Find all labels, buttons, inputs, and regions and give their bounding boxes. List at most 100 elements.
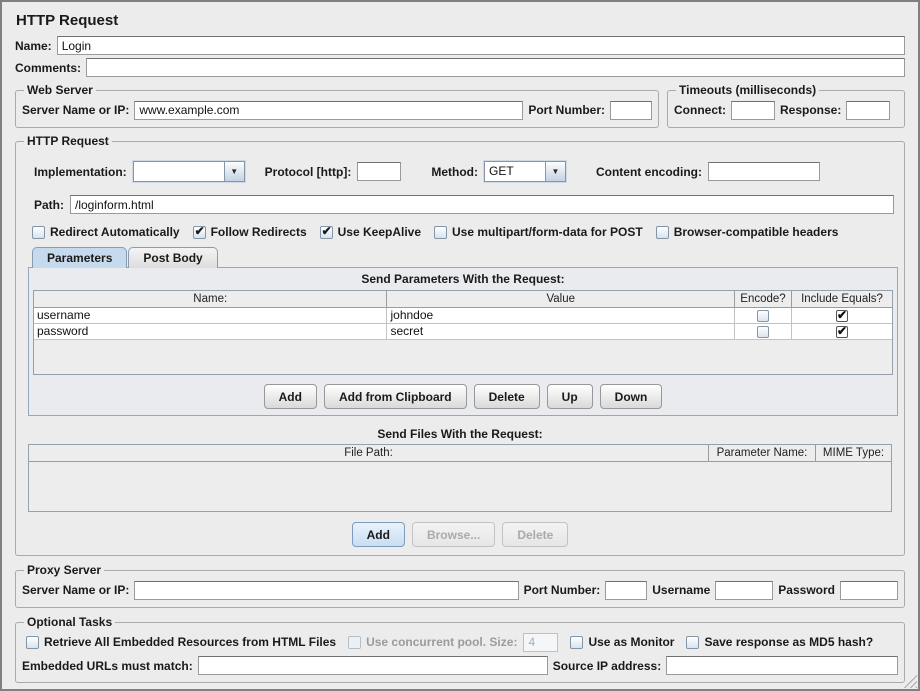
protocol-input[interactable] [357, 162, 401, 181]
param-name-cell[interactable]: username [34, 308, 387, 324]
page-title: HTTP Request [16, 12, 918, 29]
checkbox-icon[interactable] [570, 636, 583, 649]
implementation-select[interactable]: ▼ [133, 161, 245, 182]
move-up-button[interactable]: Up [547, 384, 593, 409]
retrieve-embedded-resources-checkbox[interactable]: Retrieve All Embedded Resources from HTM… [26, 635, 336, 649]
files-table: File Path: Parameter Name: MIME Type: [28, 444, 892, 512]
path-row: Path: [34, 195, 898, 214]
tab-post-body[interactable]: Post Body [128, 247, 217, 268]
param-include-equals-cell[interactable] [792, 308, 892, 324]
proxy-username-input[interactable] [715, 581, 773, 600]
comments-input[interactable] [86, 58, 905, 77]
redirect-automatically-checkbox[interactable]: Redirect Automatically [32, 225, 180, 239]
param-include-equals-cell[interactable] [792, 324, 892, 340]
implementation-dropdown-button[interactable]: ▼ [224, 162, 244, 181]
parameters-buttons-row: Add Add from Clipboard Delete Up Down [33, 384, 893, 409]
optional-tasks-row: Retrieve All Embedded Resources from HTM… [26, 630, 898, 654]
checkbox-icon[interactable] [193, 226, 206, 239]
use-as-monitor-checkbox[interactable]: Use as Monitor [570, 635, 674, 649]
content-encoding-input[interactable] [708, 162, 820, 181]
method-label: Method: [431, 165, 478, 179]
move-down-button[interactable]: Down [600, 384, 663, 409]
browser-compatible-headers-checkbox[interactable]: Browser-compatible headers [656, 225, 839, 239]
embedded-urls-match-input[interactable] [198, 656, 548, 675]
proxy-port-input[interactable] [605, 581, 647, 600]
param-encode-cell[interactable] [735, 308, 792, 324]
server-name-input[interactable] [134, 101, 523, 120]
send-files-title: Send Files With the Request: [22, 427, 898, 441]
files-table-empty-area [29, 462, 891, 511]
param-name-cell[interactable]: password [34, 324, 387, 340]
retrieve-embedded-resources-label: Retrieve All Embedded Resources from HTM… [44, 635, 336, 649]
content-encoding-label: Content encoding: [596, 165, 702, 179]
save-response-md5-checkbox[interactable]: Save response as MD5 hash? [686, 635, 873, 649]
multipart-post-label: Use multipart/form-data for POST [452, 225, 643, 239]
method-select[interactable]: GET ▼ [484, 161, 566, 182]
response-timeout-input[interactable] [846, 101, 890, 120]
parameters-table-header: Name: Value Encode? Include Equals? [34, 291, 892, 308]
param-encode-cell[interactable] [735, 324, 792, 340]
delete-file-button[interactable]: Delete [502, 522, 568, 547]
path-label: Path: [34, 198, 64, 212]
port-number-input[interactable] [610, 101, 652, 120]
proxy-password-label: Password [778, 583, 835, 597]
timeouts-legend: Timeouts (milliseconds) [676, 83, 819, 97]
column-header-value: Value [387, 291, 735, 308]
use-concurrent-pool-checkbox: Use concurrent pool. Size: [348, 635, 517, 649]
path-input[interactable] [70, 195, 894, 214]
follow-redirects-checkbox[interactable]: Follow Redirects [193, 225, 307, 239]
checkbox-icon[interactable] [836, 310, 848, 322]
connect-timeout-input[interactable] [731, 101, 775, 120]
name-input[interactable] [57, 36, 905, 55]
http-request-legend: HTTP Request [24, 134, 112, 148]
checkbox-icon[interactable] [757, 310, 769, 322]
checkbox-icon[interactable] [32, 226, 45, 239]
http-request-sampler-window: HTTP Request Name: Comments: Web Server … [0, 0, 920, 691]
param-value-cell[interactable]: johndoe [387, 308, 735, 324]
use-keepalive-label: Use KeepAlive [338, 225, 421, 239]
embedded-urls-row: Embedded URLs must match: Source IP addr… [22, 654, 898, 677]
source-ip-label: Source IP address: [553, 659, 662, 673]
checkbox-icon[interactable] [757, 326, 769, 338]
checkbox-icon[interactable] [434, 226, 447, 239]
checkbox-icon[interactable] [656, 226, 669, 239]
add-parameter-button[interactable]: Add [264, 384, 317, 409]
delete-parameter-button[interactable]: Delete [474, 384, 540, 409]
method-dropdown-button[interactable]: ▼ [545, 162, 565, 181]
checkbox-icon[interactable] [836, 326, 848, 338]
request-options-row: Redirect Automatically Follow Redirects … [32, 225, 898, 239]
timeouts-group: Timeouts (milliseconds) Connect: Respons… [667, 83, 905, 128]
send-parameters-title: Send Parameters With the Request: [33, 272, 893, 286]
implementation-row: Implementation: ▼ Protocol [http]: Metho… [34, 159, 898, 184]
proxy-server-legend: Proxy Server [24, 563, 104, 577]
implementation-label: Implementation: [34, 165, 127, 179]
source-ip-input[interactable] [666, 656, 898, 675]
multipart-post-checkbox[interactable]: Use multipart/form-data for POST [434, 225, 643, 239]
optional-tasks-group: Optional Tasks Retrieve All Embedded Res… [15, 615, 905, 683]
add-from-clipboard-button[interactable]: Add from Clipboard [324, 384, 467, 409]
browse-file-button[interactable]: Browse... [412, 522, 495, 547]
files-buttons-row: Add Browse... Delete [22, 522, 898, 547]
column-header-parameter-name: Parameter Name: [709, 445, 816, 462]
proxy-username-label: Username [652, 583, 710, 597]
checkbox-icon[interactable] [320, 226, 333, 239]
tab-parameters[interactable]: Parameters [32, 247, 127, 268]
name-label: Name: [15, 39, 52, 53]
proxy-server-group: Proxy Server Server Name or IP: Port Num… [15, 563, 905, 608]
proxy-server-name-input[interactable] [134, 581, 518, 600]
parameters-table-empty-area [34, 340, 892, 374]
use-keepalive-checkbox[interactable]: Use KeepAlive [320, 225, 421, 239]
param-value-cell[interactable]: secret [387, 324, 735, 340]
table-row: password secret [34, 324, 892, 340]
checkbox-icon[interactable] [26, 636, 39, 649]
add-file-button[interactable]: Add [352, 522, 405, 547]
comments-row: Comments: [15, 58, 905, 77]
checkbox-icon [348, 636, 361, 649]
server-name-label: Server Name or IP: [22, 103, 129, 117]
optional-tasks-legend: Optional Tasks [24, 615, 115, 629]
checkbox-icon[interactable] [686, 636, 699, 649]
port-number-label: Port Number: [528, 103, 605, 117]
proxy-password-input[interactable] [840, 581, 898, 600]
http-request-group: HTTP Request Implementation: ▼ Protocol … [15, 134, 905, 556]
save-response-md5-label: Save response as MD5 hash? [704, 635, 873, 649]
